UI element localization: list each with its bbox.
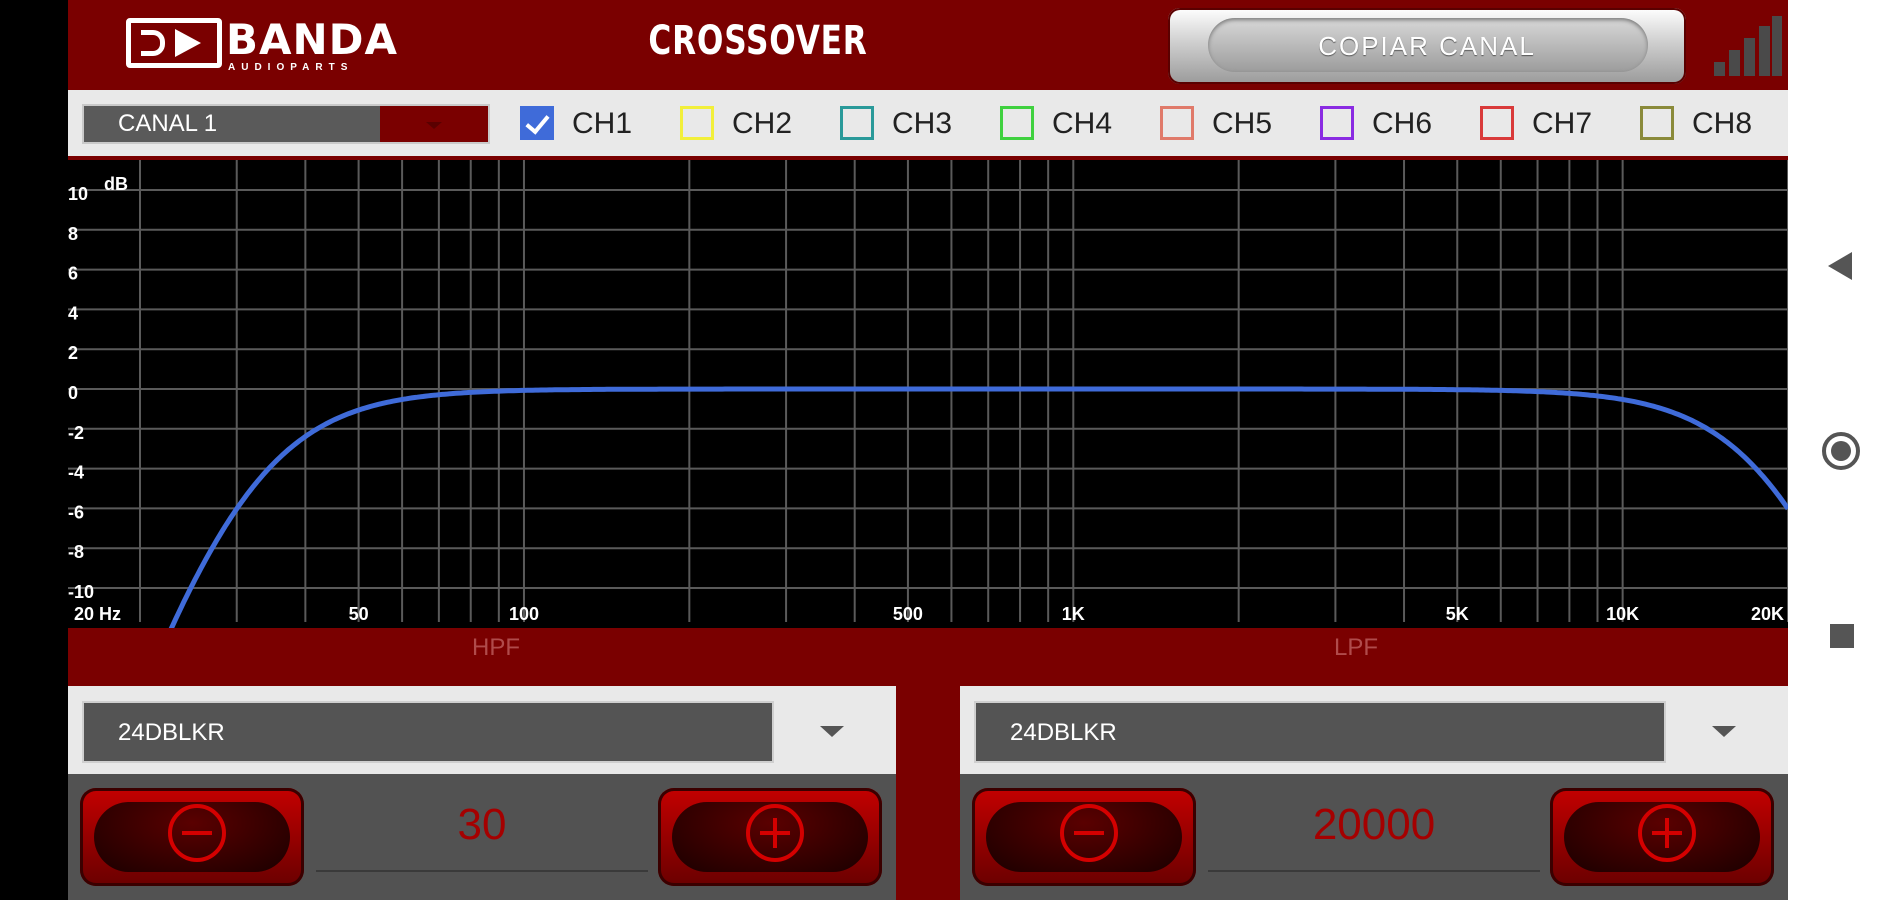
lpf-type-select[interactable]: 24DBLKR (974, 701, 1666, 763)
hpf-frequency-value[interactable]: 30 (316, 800, 648, 850)
checkbox-icon (680, 106, 714, 140)
lpf-frequency-value[interactable]: 20000 (1208, 800, 1540, 850)
hpf-decrease-button[interactable] (80, 788, 304, 886)
checkbox-icon (1480, 106, 1514, 140)
channel-bar: CANAL 1 CH1 CH2 CH3 CH4 CH5 CH6 CH7 CH8 (68, 90, 1788, 156)
hpf-panel: 24DBLKR 30 (68, 686, 896, 900)
minus-icon (168, 804, 226, 862)
y-tick-label: 2 (68, 343, 78, 363)
back-icon[interactable] (1828, 252, 1852, 280)
lpf-type-value: 24DBLKR (1010, 719, 1117, 746)
y-tick-label: -10 (68, 582, 94, 602)
page-title: CROSSOVER (648, 18, 868, 64)
unit-label: dB (104, 174, 128, 194)
lpf-decrease-button[interactable] (972, 788, 1196, 886)
hpf-value-underline (316, 870, 648, 872)
hpf-type-value: 24DBLKR (118, 719, 225, 746)
minus-icon (1060, 804, 1118, 862)
hpf-increase-button[interactable] (658, 788, 882, 886)
chevron-down-icon (380, 106, 488, 142)
x-tick-label: 20K (1751, 604, 1784, 624)
plus-icon (1638, 804, 1696, 862)
checkbox-icon (1320, 106, 1354, 140)
y-tick-label: -4 (68, 463, 84, 483)
header: BANDA AUDIOPARTS CROSSOVER COPIAR CANAL (68, 0, 1788, 88)
signal-strength-icon (1714, 16, 1784, 76)
lpf-panel: 24DBLKR 20000 (960, 686, 1788, 900)
channel-label: CH5 (1212, 107, 1273, 140)
copy-channel-button[interactable]: COPIAR CANAL (1168, 8, 1686, 84)
channel-label: CH4 (1052, 107, 1113, 140)
channel-label: CH8 (1692, 107, 1753, 140)
lpf-value-underline (1208, 870, 1540, 872)
crossover-app: BANDA AUDIOPARTS CROSSOVER COPIAR CANAL … (68, 0, 1788, 900)
channel-select-value: CANAL 1 (118, 110, 218, 137)
y-tick-label: -2 (68, 423, 84, 443)
x-tick-label: 50 (349, 604, 369, 624)
channel-label: CH3 (892, 107, 953, 140)
lpf-label: LPF (1334, 634, 1379, 661)
x-tick-label: 500 (893, 604, 923, 624)
checkbox-icon (520, 106, 554, 140)
lpf-frequency-row: 20000 (960, 774, 1788, 900)
plus-icon (746, 804, 804, 862)
frequency-response-graph[interactable]: 10 8 6 4 2 0 -2 -4 -6 -8 -10 dB 20 Hz 50 100 500 1K 5K 10K… (68, 160, 1788, 628)
brand-logo-mark (126, 18, 222, 68)
lpf-increase-button[interactable] (1550, 788, 1774, 886)
channel-label: CH2 (732, 107, 793, 140)
android-nav-bar (1788, 0, 1896, 900)
x-tick-label: 20 Hz (74, 604, 121, 624)
copy-channel-label: COPIAR CANAL (1318, 30, 1536, 61)
hpf-frequency-row: 30 (68, 774, 896, 900)
y-tick-label: 0 (68, 383, 78, 403)
y-tick-label: 10 (68, 184, 88, 204)
hpf-type-row: 24DBLKR (68, 686, 896, 774)
chevron-down-icon[interactable] (1712, 726, 1736, 737)
lpf-type-row: 24DBLKR (960, 686, 1788, 774)
y-tick-label: -6 (68, 502, 84, 522)
x-tick-label: 1K (1062, 604, 1085, 624)
channel-label: CH1 (572, 107, 633, 140)
brand-logo: BANDA AUDIOPARTS (126, 16, 426, 74)
y-tick-label: 6 (68, 264, 78, 284)
channel-label: CH7 (1532, 107, 1593, 140)
channel-label: CH6 (1372, 107, 1433, 140)
channel-select[interactable]: CANAL 1 (82, 104, 490, 144)
checkbox-icon (840, 106, 874, 140)
chevron-down-icon[interactable] (820, 726, 844, 737)
y-tick-label: 4 (68, 303, 78, 323)
checkbox-icon (1000, 106, 1034, 140)
hpf-label: HPF (472, 634, 520, 661)
recent-apps-icon[interactable] (1830, 624, 1854, 648)
x-tick-label: 5K (1446, 604, 1469, 624)
x-tick-label: 100 (509, 604, 539, 624)
y-tick-label: -8 (68, 542, 84, 562)
checkbox-icon (1160, 106, 1194, 140)
brand-sub: AUDIOPARTS (228, 62, 354, 73)
x-tick-label: 10K (1606, 604, 1639, 624)
y-tick-label: 8 (68, 224, 78, 244)
filter-labels-band: HPF LPF (68, 628, 1788, 686)
checkbox-icon (1640, 106, 1674, 140)
frequency-response-svg: 10 8 6 4 2 0 -2 -4 -6 -8 -10 dB 20 Hz 50 100 500 1K 5K 10K… (68, 160, 1788, 628)
hpf-type-select[interactable]: 24DBLKR (82, 701, 774, 763)
home-icon[interactable] (1822, 432, 1860, 470)
brand-name: BANDA (226, 15, 399, 64)
